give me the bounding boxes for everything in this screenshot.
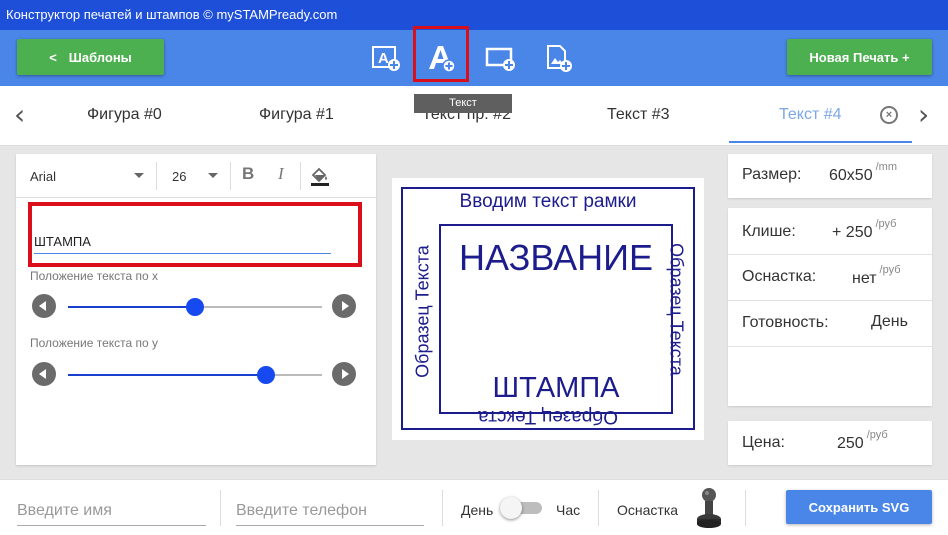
position-y-slider[interactable] xyxy=(68,366,322,384)
cliche-label: Клише: xyxy=(742,223,796,240)
price-label: Цена: xyxy=(742,434,785,451)
mount-option-label: Оснастка xyxy=(617,502,679,518)
size-label: Размер: xyxy=(742,166,802,183)
stamp-inner-frame: НАЗВАНИЕ ШТАМПА xyxy=(439,224,673,414)
slider-thumb[interactable] xyxy=(186,298,204,316)
divider xyxy=(728,254,932,255)
divider xyxy=(728,300,932,301)
input-highlight xyxy=(28,202,362,267)
tab-text-4[interactable]: Текст #4 xyxy=(779,106,842,124)
toolbar: < Шаблоны A Новая Печать + xyxy=(0,30,948,86)
font-size-select[interactable]: 26 xyxy=(172,169,186,184)
price-value: 250/руб xyxy=(837,429,888,452)
slider-fill xyxy=(68,306,195,308)
bold-button[interactable]: B xyxy=(242,164,254,184)
tab-figure-1[interactable]: Фигура #1 xyxy=(259,106,334,124)
chevron-down-icon[interactable] xyxy=(208,173,218,178)
price-details-card: Клише: + 250/руб Оснастка: нет/руб Готов… xyxy=(728,208,932,406)
stamp-name-text[interactable]: НАЗВАНИЕ xyxy=(441,237,671,279)
increase-y-button[interactable] xyxy=(332,362,356,386)
increase-x-button[interactable] xyxy=(332,294,356,318)
cliche-value: + 250/руб xyxy=(832,218,897,241)
stamp-left-text[interactable]: Образец Текста xyxy=(413,217,434,407)
close-tab-icon[interactable]: × xyxy=(880,106,898,124)
day-hour-toggle[interactable] xyxy=(500,497,544,519)
position-x-slider[interactable] xyxy=(68,298,322,316)
text-editor-panel: Arial 26 B I Положение текста по x Полож… xyxy=(16,154,376,465)
chevron-left-icon[interactable]: ‹ xyxy=(14,101,25,129)
add-image-icon[interactable] xyxy=(541,41,575,75)
phone-input[interactable] xyxy=(236,496,424,526)
chevron-right-icon[interactable]: › xyxy=(918,101,929,129)
divider xyxy=(728,346,932,347)
tab-figure-0[interactable]: Фигура #0 xyxy=(87,106,162,124)
hour-label: Час xyxy=(556,502,581,518)
divider xyxy=(230,162,231,190)
slider-thumb[interactable] xyxy=(257,366,276,384)
size-value: 60x50/mm xyxy=(829,161,897,184)
stamp-main-text[interactable]: ШТАМПА xyxy=(441,372,671,405)
mount-value: нет/руб xyxy=(852,264,901,287)
stamp-outer-frame: Вводим текст рамки Образец Текста Образе… xyxy=(401,187,695,430)
svg-text:A: A xyxy=(378,50,389,67)
tab-text-3[interactable]: Текст #3 xyxy=(607,106,670,124)
divider xyxy=(745,490,746,526)
active-tab-indicator xyxy=(729,141,912,143)
slider-fill xyxy=(68,374,267,376)
decrease-y-button[interactable] xyxy=(32,362,56,386)
font-toolbar: Arial 26 B I xyxy=(16,154,376,198)
selected-tool-highlight xyxy=(413,26,469,82)
font-family-select[interactable]: Arial xyxy=(30,169,56,184)
italic-button[interactable]: I xyxy=(278,164,284,184)
order-bar: День Час Оснастка Сохранить SVG xyxy=(0,479,948,535)
decrease-x-button[interactable] xyxy=(32,294,56,318)
size-card: Размер: 60x50/mm xyxy=(728,154,932,198)
add-shape-icon[interactable]: A xyxy=(369,41,403,75)
position-x-label: Положение текста по x xyxy=(30,269,159,283)
position-y-label: Положение текста по y xyxy=(30,336,159,350)
save-svg-button[interactable]: Сохранить SVG xyxy=(786,490,932,524)
divider xyxy=(300,162,301,190)
templates-label: Шаблоны xyxy=(68,49,132,65)
divider xyxy=(156,162,157,190)
total-price-card: Цена: 250/руб xyxy=(728,421,932,465)
stamp-top-text[interactable]: Вводим текст рамки xyxy=(403,191,693,213)
window-title: Конструктор печатей и штампов © mySTAMPr… xyxy=(0,0,948,30)
tooltip: Текст xyxy=(414,94,512,113)
stamp-handle-icon[interactable] xyxy=(694,486,724,535)
ready-label: Готовность: xyxy=(742,314,829,331)
divider xyxy=(220,490,221,526)
divider xyxy=(442,490,443,526)
toggle-knob[interactable] xyxy=(500,497,522,519)
stamp-preview: Вводим текст рамки Образец Текста Образе… xyxy=(392,178,704,440)
new-stamp-button[interactable]: Новая Печать + xyxy=(787,39,932,75)
fill-color-icon[interactable] xyxy=(310,165,330,192)
chevron-left-icon: < xyxy=(49,49,57,65)
ready-value: День xyxy=(871,313,908,330)
templates-button[interactable]: < Шаблоны xyxy=(17,39,164,75)
add-frame-icon[interactable] xyxy=(483,41,517,75)
chevron-down-icon[interactable] xyxy=(134,173,144,178)
mount-label: Оснастка: xyxy=(742,268,817,285)
day-label: День xyxy=(461,502,494,518)
name-input[interactable] xyxy=(17,496,206,526)
divider xyxy=(598,490,599,526)
